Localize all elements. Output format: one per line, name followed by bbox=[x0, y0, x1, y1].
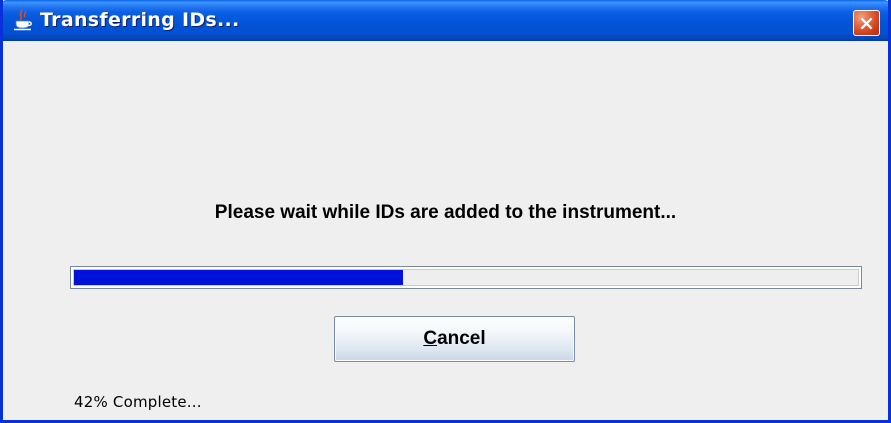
close-button[interactable] bbox=[853, 10, 880, 36]
close-icon bbox=[860, 17, 873, 29]
progress-bar bbox=[70, 266, 862, 289]
title-bar[interactable]: Transferring IDs... bbox=[3, 0, 888, 41]
cancel-label-rest: ancel bbox=[437, 328, 486, 349]
status-text: 42% Complete... bbox=[74, 393, 202, 411]
cancel-button[interactable]: Cancel bbox=[334, 316, 575, 362]
progress-track bbox=[73, 269, 859, 286]
progress-fill bbox=[74, 270, 404, 285]
cancel-mnemonic-letter: C bbox=[423, 328, 438, 349]
progress-dialog-window: Transferring IDs... Please wait while ID… bbox=[0, 0, 891, 423]
java-cup-icon bbox=[12, 8, 36, 32]
wait-message: Please wait while IDs are added to the i… bbox=[214, 202, 677, 223]
window-title: Transferring IDs... bbox=[40, 9, 240, 31]
